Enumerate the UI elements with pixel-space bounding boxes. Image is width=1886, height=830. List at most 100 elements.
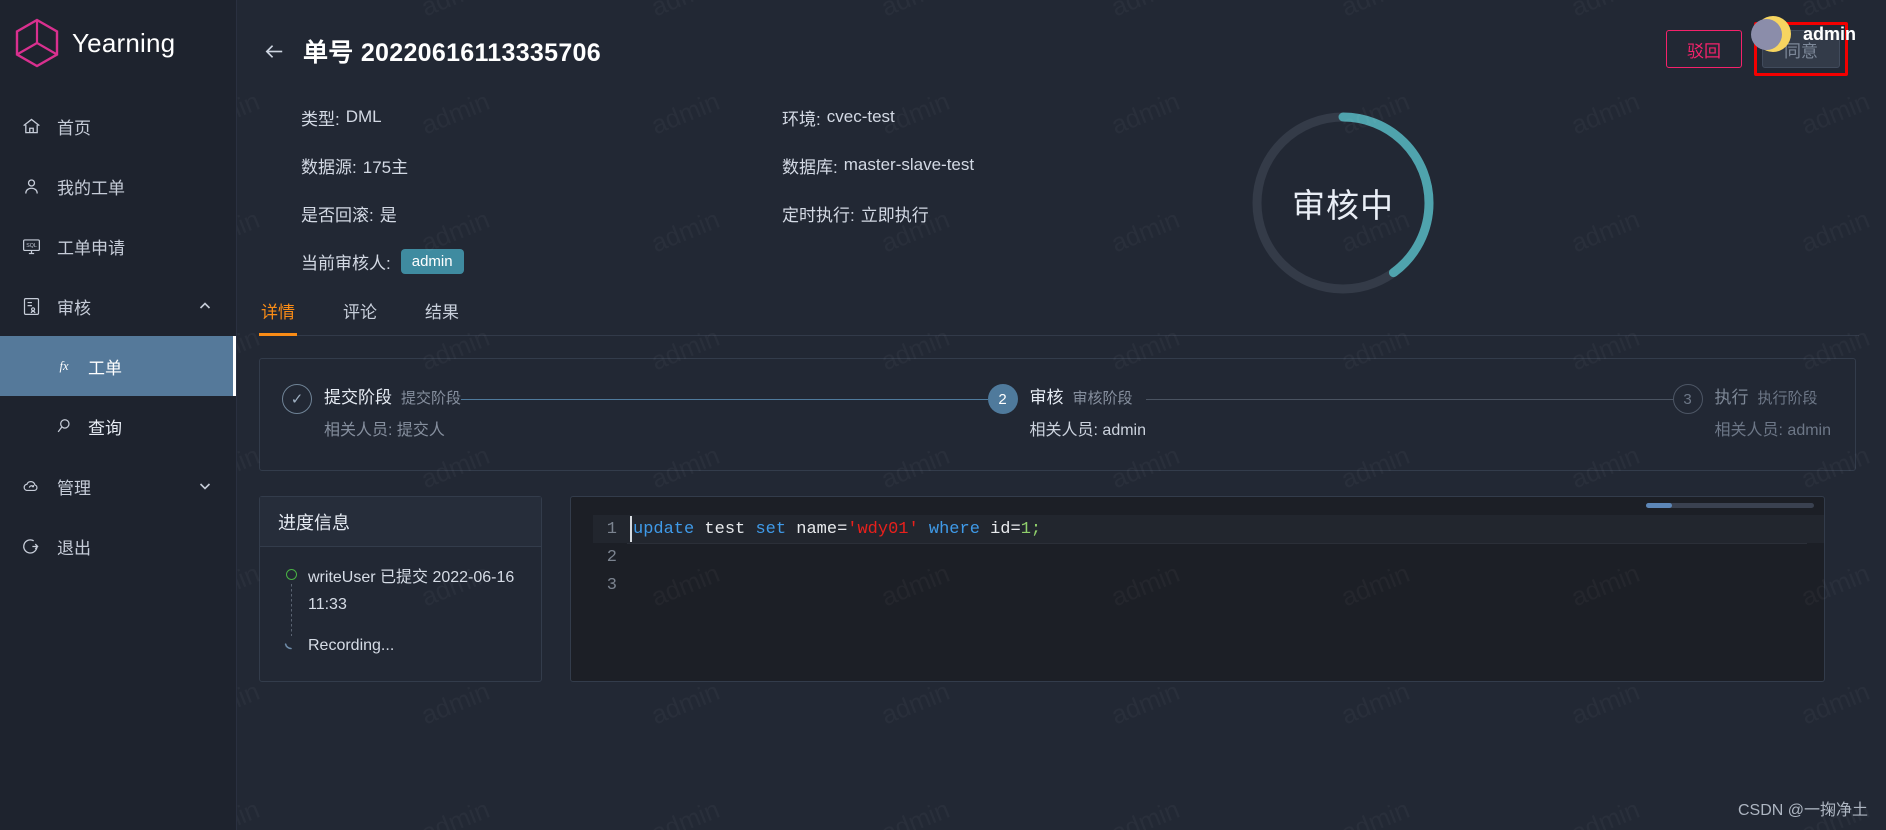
sidebar-item-label: 首页 bbox=[57, 118, 91, 138]
info-row-schedule: 定时执行: 立即执行 bbox=[782, 189, 974, 237]
step-submit: ✓ 提交阶段 提交阶段 相关人员: 提交人 bbox=[282, 383, 461, 440]
reject-button[interactable]: 驳回 bbox=[1666, 30, 1742, 68]
info-column-right: 环境: cvec-test 数据库: master-slave-test 定时执… bbox=[782, 93, 974, 237]
fx-icon: fx bbox=[52, 354, 76, 378]
bottom-area: 进度信息 writeUser 已提交 2022-06-16 11:33 Reco… bbox=[259, 496, 1886, 682]
step-subtitle: 执行阶段 bbox=[1757, 390, 1818, 407]
line-number: 1 bbox=[606, 519, 617, 539]
workflow-steps: ✓ 提交阶段 提交阶段 相关人员: 提交人 2 审核 审核阶段 相关人员: ad… bbox=[260, 383, 1855, 440]
green-circle-icon bbox=[285, 569, 297, 580]
chevron-down-icon bbox=[198, 479, 212, 493]
sidebar: Yearning 首页 我的工单 SQL 工单申请 审核 fx 工单 查询 管理… bbox=[0, 0, 237, 830]
step-people: 相关人员: 提交人 bbox=[324, 422, 445, 439]
step-title: 审核 bbox=[1029, 388, 1064, 407]
logout-icon bbox=[18, 533, 44, 559]
sidebar-item-label: 退出 bbox=[57, 538, 91, 558]
page-title: 单号 20220616113335706 bbox=[303, 39, 601, 67]
user-name: admin bbox=[1802, 23, 1856, 44]
info-value: DML bbox=[345, 107, 382, 126]
editor-horizontal-scrollbar[interactable] bbox=[1646, 503, 1814, 508]
info-row-env: 环境: cvec-test bbox=[782, 93, 974, 141]
info-key: 是否回滚: bbox=[301, 205, 374, 225]
topbar-user[interactable]: admin bbox=[1750, 14, 1856, 54]
status-progress-ring: 审核中 bbox=[1247, 107, 1439, 299]
sidebar-nav: 首页 我的工单 SQL 工单申请 审核 fx 工单 查询 管理 退出 bbox=[0, 96, 236, 576]
timeline-item-submitted: writeUser 已提交 2022-06-16 11:33 bbox=[280, 564, 541, 636]
info-row-rollback: 是否回滚: 是 bbox=[301, 189, 464, 237]
sidebar-item-my-orders[interactable]: 我的工单 bbox=[0, 156, 236, 216]
sql-line-code: update test set name='wdy01' where id=1; bbox=[629, 515, 1042, 542]
info-value: 175主 bbox=[362, 157, 409, 177]
svg-text:SQL: SQL bbox=[26, 243, 37, 249]
step-people: 相关人员: admin bbox=[1714, 422, 1832, 439]
cloud-sync-icon bbox=[18, 473, 44, 499]
info-key: 数据库: bbox=[782, 157, 838, 177]
sidebar-item-audit-order[interactable]: fx 工单 bbox=[0, 336, 236, 396]
yearning-logo-icon bbox=[6, 12, 68, 74]
sidebar-item-order-apply[interactable]: SQL 工单申请 bbox=[0, 216, 236, 276]
timeline-item-recording: Recording... bbox=[280, 632, 541, 659]
line-number: 3 bbox=[606, 575, 617, 595]
info-value: 立即执行 bbox=[860, 205, 929, 225]
info-key: 数据源: bbox=[301, 157, 357, 177]
line-number: 2 bbox=[606, 547, 617, 567]
tab-detail[interactable]: 详情 bbox=[259, 290, 297, 336]
active-line-underline bbox=[627, 543, 1807, 544]
order-info: 类型: DML 数据源: 175主 是否回滚: 是 当前审核人: admin 环… bbox=[237, 69, 1886, 294]
brand: Yearning bbox=[0, 0, 236, 86]
step-execute: 3 执行 执行阶段 相关人员: admin bbox=[1672, 383, 1832, 440]
page-header: 单号 20220616113335706 驳回 同意 bbox=[237, 0, 1886, 76]
step-title: 执行 bbox=[1714, 388, 1749, 407]
tab-result[interactable]: 结果 bbox=[423, 290, 461, 336]
sidebar-item-logout[interactable]: 退出 bbox=[0, 516, 236, 576]
workflow-steps-card: ✓ 提交阶段 提交阶段 相关人员: 提交人 2 审核 审核阶段 相关人员: ad… bbox=[259, 358, 1856, 471]
avatar[interactable] bbox=[1750, 14, 1791, 54]
reviewer-badge: admin bbox=[400, 248, 464, 274]
step-subtitle: 提交阶段 bbox=[401, 390, 462, 407]
info-key: 环境: bbox=[782, 109, 821, 129]
step-subtitle: 审核阶段 bbox=[1072, 390, 1133, 407]
progress-card: 进度信息 writeUser 已提交 2022-06-16 11:33 Reco… bbox=[259, 496, 542, 682]
progress-card-title: 进度信息 bbox=[260, 497, 541, 547]
step-audit: 2 审核 审核阶段 相关人员: admin bbox=[987, 383, 1147, 440]
info-key: 当前审核人: bbox=[301, 253, 391, 273]
status-text: 审核中 bbox=[1292, 187, 1394, 224]
sql-line[interactable]: 3 bbox=[593, 571, 1824, 599]
arrow-left-icon[interactable] bbox=[259, 36, 289, 66]
brand-name: Yearning bbox=[72, 27, 176, 58]
sql-editor[interactable]: 1 update test set name='wdy01' where id=… bbox=[570, 496, 1825, 682]
audit-icon bbox=[18, 293, 44, 319]
timeline-text: Recording... bbox=[308, 637, 395, 654]
loading-spinner-icon bbox=[283, 635, 299, 651]
step-connector-2 bbox=[1146, 399, 1673, 400]
sql-line[interactable]: 2 bbox=[593, 543, 1824, 571]
avatar-disc-icon bbox=[1750, 19, 1782, 50]
step-check-icon: ✓ bbox=[282, 384, 312, 414]
sql-line[interactable]: 1 update test set name='wdy01' where id=… bbox=[593, 515, 1824, 543]
sql-editor-content: 1 update test set name='wdy01' where id=… bbox=[593, 515, 1824, 681]
timeline-connector bbox=[290, 584, 292, 636]
tab-comments[interactable]: 评论 bbox=[341, 290, 379, 336]
sidebar-item-audit-query[interactable]: 查询 bbox=[0, 396, 236, 456]
info-row-type: 类型: DML bbox=[301, 93, 464, 141]
svg-text:fx: fx bbox=[59, 359, 68, 373]
timeline-text: writeUser 已提交 2022-06-16 11:33 bbox=[308, 569, 515, 613]
info-value: cvec-test bbox=[826, 107, 895, 126]
info-key: 定时执行: bbox=[782, 205, 855, 225]
step-title: 提交阶段 bbox=[324, 388, 392, 407]
sidebar-item-home[interactable]: 首页 bbox=[0, 96, 236, 156]
info-key: 类型: bbox=[301, 109, 340, 129]
step-connector-1 bbox=[461, 399, 988, 400]
step-people: 相关人员: admin bbox=[1029, 422, 1147, 439]
home-icon bbox=[18, 113, 44, 139]
step-number-icon: 2 bbox=[987, 384, 1018, 414]
sidebar-item-label: 管理 bbox=[57, 478, 91, 498]
sidebar-group-manage[interactable]: 管理 bbox=[0, 456, 236, 516]
sql-monitor-icon: SQL bbox=[18, 233, 44, 259]
sidebar-item-label: 查询 bbox=[88, 418, 122, 438]
sidebar-group-audit[interactable]: 审核 bbox=[0, 276, 236, 336]
search-icon bbox=[52, 414, 76, 438]
progress-timeline: writeUser 已提交 2022-06-16 11:33 Recording… bbox=[260, 547, 541, 659]
detail-tabs: 详情 评论 结果 bbox=[259, 290, 1859, 336]
user-icon bbox=[18, 173, 44, 199]
